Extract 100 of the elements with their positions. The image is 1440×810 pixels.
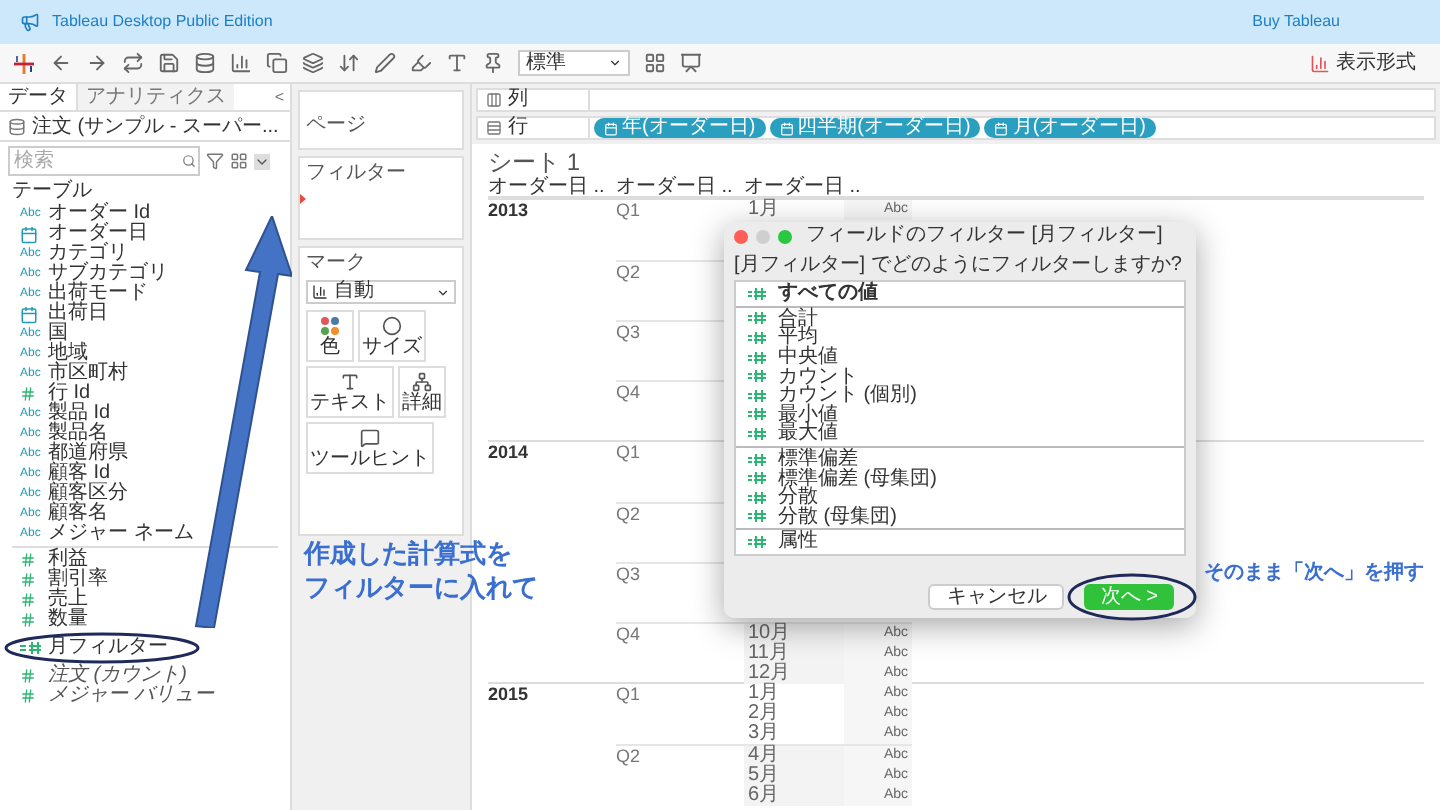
column-header[interactable]: オーダー日 ..: [616, 176, 744, 196]
aggregation-option[interactable]: 属性: [736, 532, 1184, 552]
swap-icon[interactable]: [338, 52, 360, 74]
aggregation-option[interactable]: カウント (個別): [736, 385, 1184, 406]
calculated-field-icon: [20, 640, 44, 656]
card-title: フィルター: [306, 164, 408, 184]
database-icon[interactable]: [194, 52, 216, 74]
table-cell: 4月: [744, 746, 844, 766]
caret-icon[interactable]: [254, 153, 270, 169]
search-field[interactable]: 検索: [8, 146, 200, 176]
calendar-icon: [20, 305, 38, 323]
color-dots-icon: [320, 315, 340, 335]
layers-icon[interactable]: [302, 52, 324, 74]
aggregation-option[interactable]: 合計: [736, 309, 1184, 329]
filter-icon[interactable]: [206, 152, 224, 170]
section-label: テーブル: [10, 180, 94, 202]
show-me-button[interactable]: 表示形式: [1310, 48, 1416, 78]
aggregation-option[interactable]: カウント: [736, 366, 1184, 386]
field-item[interactable]: オーダー日: [0, 224, 148, 244]
save-icon[interactable]: [158, 52, 180, 74]
aggregation-option[interactable]: 分散 (母集団): [736, 507, 1184, 527]
presentation-icon[interactable]: [680, 52, 702, 74]
field-item[interactable]: 割引率: [0, 570, 108, 590]
card-title: マーク: [306, 254, 368, 274]
number-type-icon: [20, 668, 36, 684]
year-cell: 2014: [488, 442, 529, 462]
field-item[interactable]: 売上: [0, 590, 88, 610]
pen-icon[interactable]: [374, 52, 396, 74]
aggregation-option[interactable]: 最小値: [736, 405, 1184, 425]
size-icon: [382, 315, 402, 335]
aggregation-option[interactable]: 平均: [736, 328, 1184, 348]
shelf-label: 列: [508, 90, 528, 110]
number-type-icon: [20, 688, 36, 704]
field-item[interactable]: 出荷日: [0, 304, 108, 324]
window-title: Tableau Desktop Public Edition: [52, 10, 273, 34]
highlighter-icon[interactable]: [410, 52, 432, 74]
measure-icon: [748, 453, 766, 466]
logo-icon[interactable]: [12, 51, 36, 75]
chart-icon: [1310, 53, 1330, 73]
measure-icon: [748, 491, 766, 504]
pin-icon[interactable]: [482, 52, 504, 74]
size-dropdown[interactable]: 標準: [518, 50, 630, 76]
number-type-icon: [20, 612, 36, 628]
grid-icon[interactable]: [644, 52, 666, 74]
mark-button[interactable]: ツールヒント: [306, 422, 434, 474]
field-item[interactable]: 注文 (カウント): [0, 666, 187, 686]
collapse-button[interactable]: <: [274, 86, 284, 110]
aggregation-option[interactable]: 最大値: [736, 424, 1184, 444]
datasource-item[interactable]: 注文 (サンプル - スーパー...: [0, 112, 290, 142]
measure-icon: [748, 331, 766, 344]
aggregation-option[interactable]: 中央値: [736, 347, 1184, 367]
tooltip-icon: [360, 427, 380, 447]
repeat-icon[interactable]: [122, 52, 144, 74]
table-cell: 5月: [744, 766, 844, 786]
date-icon: [779, 121, 794, 135]
number-type-icon: [20, 592, 36, 608]
shelf-label: 行: [508, 118, 528, 138]
column-header[interactable]: オーダー日 ..: [744, 176, 912, 196]
rows-icon: [486, 120, 502, 136]
field-item[interactable]: 利益: [0, 550, 88, 570]
pane-tab[interactable]: アナリティクス: [78, 84, 234, 110]
caret-icon: [608, 56, 622, 70]
quarter-cell: Q2: [616, 504, 641, 524]
measure-icon: [748, 287, 766, 300]
megaphone-icon: [20, 12, 40, 32]
aggregation-option[interactable]: 標準偏差 (母集団): [736, 468, 1184, 488]
number-type-icon: [20, 386, 36, 402]
field-item[interactable]: 行 Id: [0, 384, 91, 404]
year-cell: 2015: [488, 684, 529, 704]
date-icon: [994, 121, 1009, 135]
duplicate-icon[interactable]: [266, 52, 288, 74]
aggregation-option[interactable]: すべての値: [736, 284, 1184, 304]
table-cell: 6月: [744, 786, 844, 806]
back-icon[interactable]: [50, 52, 72, 74]
aggregation-option[interactable]: 分散: [736, 487, 1184, 508]
new-sheet-icon[interactable]: [230, 52, 252, 74]
mark-button[interactable]: 色: [306, 310, 354, 362]
mark-button[interactable]: 詳細: [398, 366, 446, 418]
sheet-title: シート 1: [488, 148, 583, 176]
mark-type-dropdown[interactable]: 自動: [306, 280, 456, 304]
datasource-icon: [8, 117, 26, 135]
column-header[interactable]: オーダー日 ..: [488, 176, 616, 196]
table-cell: 12月: [744, 664, 844, 684]
date-icon: [604, 121, 618, 135]
mark-button[interactable]: テキスト: [306, 366, 394, 418]
card-title: ページ: [306, 114, 366, 136]
quarter-cell: Q1: [616, 200, 641, 220]
calendar-icon: [20, 225, 38, 243]
mark-button[interactable]: サイズ: [358, 310, 426, 362]
aggregation-option[interactable]: 標準偏差: [736, 449, 1184, 469]
measure-icon: [748, 312, 766, 325]
field-item[interactable]: メジャー バリュー: [0, 686, 214, 706]
text-format-icon[interactable]: [446, 52, 468, 74]
field-item[interactable]: 数量: [0, 610, 88, 630]
columns-icon: [486, 92, 502, 108]
cancel-button[interactable]: キャンセル: [928, 584, 1065, 610]
view-icon[interactable]: [230, 152, 248, 170]
number-type-icon: [20, 552, 36, 568]
forward-icon[interactable]: [86, 52, 108, 74]
measure-icon: [748, 408, 766, 421]
